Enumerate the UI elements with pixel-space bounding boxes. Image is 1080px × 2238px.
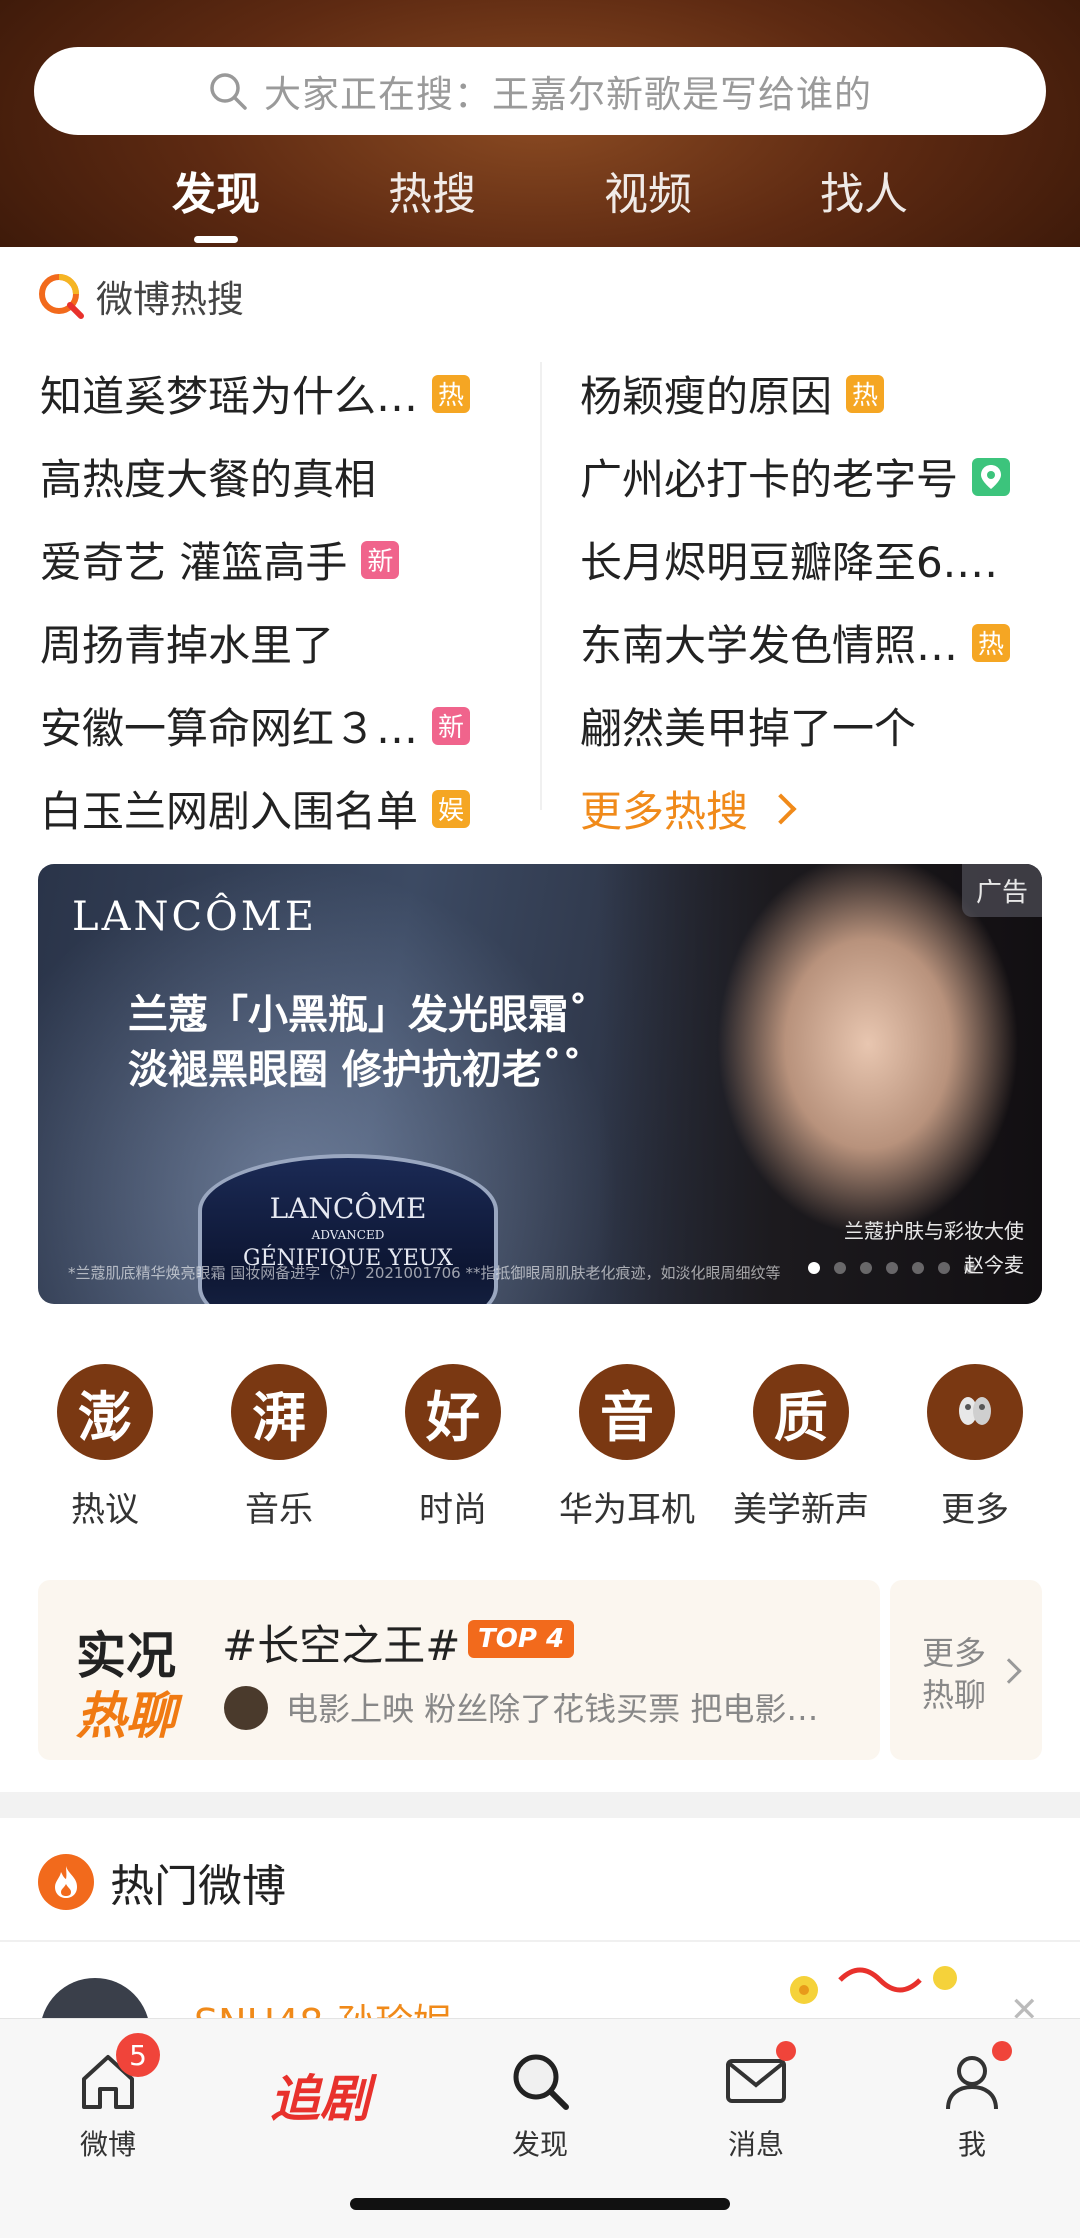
carousel-dot	[912, 1262, 924, 1274]
search-placeholder: 大家正在搜：王嘉尔新歌是写给谁的	[264, 73, 872, 116]
category-icon: 澎	[57, 1364, 153, 1460]
divider	[0, 1940, 1080, 1942]
unread-dot	[992, 2041, 1012, 2061]
entertainment-badge: 娱	[432, 789, 471, 828]
hot-search-item[interactable]: 广州必打卡的老字号	[580, 435, 1050, 518]
section-separator	[0, 1792, 1080, 1818]
fire-icon	[38, 1854, 94, 1910]
live-chat-label-line2: 热聊	[76, 1687, 176, 1745]
hot-search-divider	[540, 362, 542, 810]
ad-tag: 广告	[961, 864, 1042, 917]
category-fashion[interactable]: 好 时尚	[378, 1364, 528, 1531]
live-chat-summary: 电影上映 粉丝除了花钱买票 把电影…	[286, 1690, 819, 1728]
search-icon	[210, 73, 247, 110]
more-hot-search-link[interactable]: 更多热搜	[580, 767, 1050, 850]
home-indicator[interactable]	[350, 2198, 730, 2210]
tab-active-indicator	[194, 236, 238, 243]
category-more[interactable]: 更多	[900, 1364, 1050, 1531]
top-tabs: 发现 热搜 视频 找人	[0, 158, 1080, 243]
carousel-dot	[886, 1262, 898, 1274]
search-bar[interactable]: 大家正在搜：王嘉尔新歌是写给谁的	[34, 47, 1046, 135]
rank-badge: TOP 4	[468, 1620, 575, 1658]
hot-search-title: 微博热搜	[96, 278, 244, 321]
unread-dot	[776, 2041, 796, 2061]
hot-search-item[interactable]: 高热度大餐的真相	[40, 435, 540, 518]
ad-fine-print: *兰蔻肌底精华焕亮眼霜 国妆网备进字（沪）2021001706 **指抵御眼周肌…	[68, 1264, 781, 1282]
tab-find-people[interactable]: 找人	[784, 158, 944, 222]
avatar	[224, 1686, 268, 1730]
nav-me[interactable]: 我	[902, 2041, 1042, 2163]
zhuiju-logo[interactable]: 追剧	[270, 2059, 370, 2131]
hot-search-item[interactable]: 东南大学发色情照… 热	[580, 601, 1050, 684]
notification-count-badge: 5	[116, 2033, 160, 2077]
hot-search-item[interactable]: 翩然美甲掉了一个	[580, 684, 1050, 767]
carousel-dot	[860, 1262, 872, 1274]
hot-search-item[interactable]: 安徽一算命网红３… 新	[40, 684, 540, 767]
more-live-chat-button[interactable]: 更多热聊	[890, 1580, 1042, 1760]
category-icon: 好	[405, 1364, 501, 1460]
hot-search-item[interactable]: 爱奇艺 灌篮高手 新	[40, 518, 540, 601]
carousel-dot	[964, 1262, 976, 1274]
hot-weibo-title: 热门微博	[110, 1861, 286, 1912]
nav-messages[interactable]: 消息	[686, 2041, 826, 2163]
live-chat-card[interactable]: 实况 热聊 #长空之王# TOP 4 电影上映 粉丝除了花钱买票 把电影…	[38, 1580, 880, 1760]
location-pin-icon	[972, 457, 1011, 496]
new-badge: 新	[361, 540, 400, 579]
category-hot-discussion[interactable]: 澎 热议	[30, 1364, 180, 1531]
decorative-sticker-icon	[790, 1966, 957, 2004]
live-chat-topic: #长空之王#	[222, 1621, 461, 1670]
hot-search-header[interactable]: 微博热搜	[36, 268, 244, 324]
hot-search-logo-icon	[39, 274, 84, 319]
nav-discover[interactable]: 发现	[470, 2049, 610, 2163]
hot-search-item[interactable]: 周扬青掉水里了	[40, 601, 540, 684]
ad-brand-logo: LANCÔME	[72, 894, 318, 940]
category-icon: 质	[753, 1364, 849, 1460]
category-icon: 音	[579, 1364, 675, 1460]
hot-search-left-column: 知道奚梦瑶为什么… 热 高热度大餐的真相 爱奇艺 灌篮高手 新 周扬青掉水里了 …	[40, 352, 540, 850]
carousel-dot	[834, 1262, 846, 1274]
hot-search-item[interactable]: 长月烬明豆瓣降至6.…	[580, 518, 1050, 601]
category-aesthetics[interactable]: 质 美学新声	[726, 1364, 876, 1531]
new-badge: 新	[432, 706, 471, 745]
hot-badge: 热	[972, 623, 1011, 662]
carousel-dot	[938, 1262, 950, 1274]
hot-search-right-column: 杨颖瘦的原因 热 广州必打卡的老字号 长月烬明豆瓣降至6.… 东南大学发色情照……	[580, 352, 1050, 850]
hot-search-item[interactable]: 杨颖瘦的原因 热	[580, 352, 1050, 435]
hot-search-item[interactable]: 白玉兰网剧入围名单 娱	[40, 767, 540, 850]
hot-badge: 热	[432, 374, 471, 413]
profile-icon	[946, 2056, 998, 2110]
hot-search-item[interactable]: 知道奚梦瑶为什么… 热	[40, 352, 540, 435]
search-icon	[513, 2054, 569, 2110]
nav-weibo[interactable]: 5 微博	[38, 2033, 178, 2163]
ad-banner[interactable]: LANCÔME 兰蔻「小黑瓶」发光眼霜˚ 淡褪黑眼圈 修护抗初老˚˚ LANCÔ…	[38, 864, 1042, 1304]
ad-subheadline: 淡褪黑眼圈 修护抗初老˚˚	[128, 1047, 582, 1093]
ad-headline: 兰蔻「小黑瓶」发光眼霜˚	[128, 992, 588, 1038]
earbuds-icon	[927, 1364, 1023, 1460]
chevron-right-icon	[765, 792, 797, 825]
hot-badge: 热	[846, 374, 885, 413]
mail-icon	[726, 2059, 786, 2103]
category-icon: 湃	[231, 1364, 327, 1460]
tab-video[interactable]: 视频	[568, 158, 728, 222]
category-music[interactable]: 湃 音乐	[204, 1364, 354, 1531]
tab-hot-search[interactable]: 热搜	[352, 158, 512, 222]
category-huawei-earbuds[interactable]: 音 华为耳机	[552, 1364, 702, 1531]
carousel-dots	[808, 1262, 990, 1274]
tab-discover[interactable]: 发现	[136, 158, 296, 243]
carousel-dot-active	[808, 1262, 820, 1274]
header: 大家正在搜：王嘉尔新歌是写给谁的 发现 热搜 视频 找人	[0, 0, 1080, 247]
hot-weibo-header: 热门微博	[38, 1850, 286, 1914]
